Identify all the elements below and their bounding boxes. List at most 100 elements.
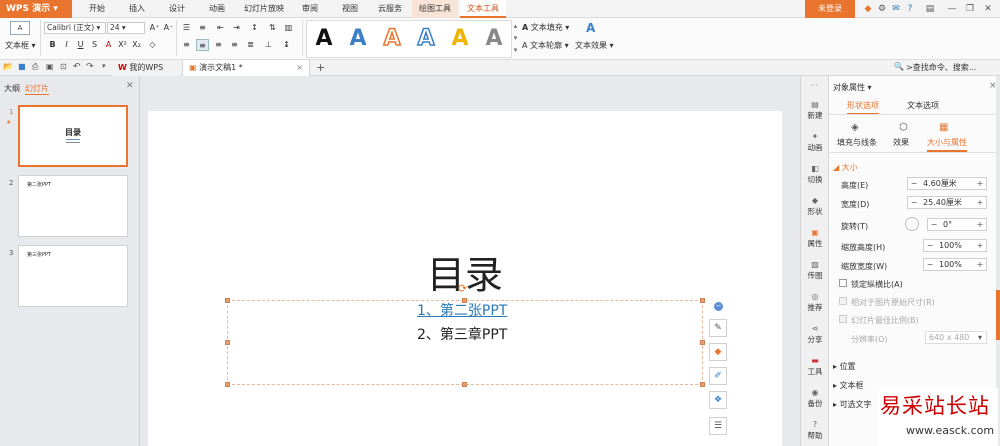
- sidebar-backup[interactable]: ◉ 备份: [801, 388, 829, 409]
- menu-insert[interactable]: 插入: [122, 0, 152, 18]
- tab-slides[interactable]: 幻灯片: [25, 83, 49, 95]
- list-item-2[interactable]: 2、第三章PPT: [417, 324, 507, 344]
- edit-shape-icon[interactable]: ✎: [709, 319, 727, 337]
- increment-icon[interactable]: +: [974, 219, 986, 230]
- best-ratio-checkbox[interactable]: [839, 315, 847, 323]
- resize-handle[interactable]: [225, 382, 230, 387]
- text-effect-button[interactable]: 文本效果 ▾: [575, 40, 614, 51]
- close-icon[interactable]: ×: [296, 60, 303, 76]
- decrement-icon[interactable]: −: [924, 240, 936, 251]
- sidebar-shape[interactable]: ◆ 形状: [801, 196, 829, 217]
- font-size-select[interactable]: 24 ▾: [107, 22, 145, 34]
- gallery-scroll[interactable]: ▴ ▾ ▾: [512, 20, 519, 58]
- text-style-gold[interactable]: A: [443, 22, 477, 56]
- vertical-align-icon[interactable]: ⊥: [262, 39, 275, 51]
- align-center-icon[interactable]: ≡: [196, 39, 209, 51]
- subtab-fill-line[interactable]: 填充与线条: [837, 137, 877, 148]
- slide-thumb-3[interactable]: 第三张PPT: [18, 245, 128, 307]
- tab-outline[interactable]: 大纲: [4, 83, 20, 94]
- login-button[interactable]: 未登录: [805, 0, 855, 18]
- close-window-icon[interactable]: ✕: [978, 0, 998, 18]
- fill-icon[interactable]: ◆: [709, 343, 727, 361]
- save-icon[interactable]: ■: [18, 62, 26, 71]
- resize-handle[interactable]: [700, 382, 705, 387]
- font-color-icon[interactable]: A: [102, 39, 115, 51]
- increment-icon[interactable]: +: [974, 178, 986, 189]
- resize-handle[interactable]: [225, 340, 230, 345]
- width-input[interactable]: −25.40厘米 +: [907, 196, 987, 209]
- increment-icon[interactable]: +: [974, 197, 986, 208]
- section-alt-text[interactable]: ▸ 可选文字: [833, 399, 872, 410]
- text-style-orange-outline[interactable]: A: [375, 22, 409, 56]
- sidebar-transition[interactable]: ◧ 切换: [801, 164, 829, 185]
- menu-review[interactable]: 审阅: [295, 0, 325, 18]
- resize-handle[interactable]: [700, 340, 705, 345]
- underline-button[interactable]: U: [74, 39, 87, 51]
- indent-increase-icon[interactable]: ⇥: [230, 22, 243, 34]
- menu-text-tools[interactable]: 文本工具: [460, 0, 506, 18]
- textbox-icon[interactable]: A: [10, 21, 30, 35]
- sidebar-new[interactable]: ▤ 新建: [801, 100, 829, 121]
- rotate-dial[interactable]: [905, 217, 919, 231]
- subscript-icon[interactable]: X₂: [130, 39, 143, 51]
- text-direction-icon[interactable]: ⇅: [266, 22, 279, 34]
- slide-thumb-2[interactable]: 第二张PPT: [18, 175, 128, 237]
- text-style-gray[interactable]: A: [477, 22, 511, 56]
- list-item-1[interactable]: 1、第二张PPT: [417, 300, 507, 320]
- outline-icon[interactable]: ✐: [709, 367, 727, 385]
- menu-view[interactable]: 视图: [335, 0, 365, 18]
- resize-handle[interactable]: [225, 298, 230, 303]
- italic-button[interactable]: I: [60, 39, 73, 51]
- rotate-input[interactable]: −0° +: [927, 218, 987, 231]
- sidebar-properties[interactable]: ▣ 属性: [801, 228, 829, 249]
- sidebar-tools[interactable]: ▬ 工具: [801, 356, 829, 377]
- rotate-handle-icon[interactable]: ⟳: [458, 282, 467, 295]
- sidebar-recommend[interactable]: ◎ 推荐: [801, 292, 829, 313]
- numbering-icon[interactable]: ≡: [196, 22, 209, 34]
- minimize-icon[interactable]: —: [942, 0, 962, 18]
- collapse-icon[interactable]: −: [714, 302, 723, 311]
- bold-button[interactable]: B: [46, 39, 59, 51]
- height-input[interactable]: −4.60厘米 +: [907, 177, 987, 190]
- align-left-icon[interactable]: ≡: [180, 39, 193, 51]
- text-outline-button[interactable]: A 文本轮廓 ▾: [522, 40, 569, 51]
- text-style-black[interactable]: A: [307, 22, 341, 56]
- preview-icon[interactable]: ▣: [46, 62, 54, 71]
- tab-presentation[interactable]: ▣ 演示文稿1 * ×: [182, 60, 310, 76]
- section-textbox[interactable]: ▸ 文本框: [833, 380, 864, 391]
- shadow-button[interactable]: S: [88, 39, 101, 51]
- increment-icon[interactable]: +: [974, 259, 986, 270]
- align-right-icon[interactable]: ≡: [212, 39, 225, 51]
- menu-design[interactable]: 设计: [162, 0, 192, 18]
- section-size-header[interactable]: ◢ 大小: [833, 162, 858, 173]
- text-style-blue[interactable]: A: [341, 22, 375, 56]
- command-search[interactable]: >查找命令、搜索...: [906, 62, 976, 73]
- scale-width-input[interactable]: −100% +: [923, 258, 987, 271]
- superscript-icon[interactable]: X²: [116, 39, 129, 51]
- justify-icon[interactable]: ≡: [228, 39, 241, 51]
- menu-drawing-tools[interactable]: 绘图工具: [412, 0, 458, 18]
- textbox-button[interactable]: 文本框 ▾: [5, 40, 36, 51]
- menu-animation[interactable]: 动画: [202, 0, 232, 18]
- line-spacing-2-icon[interactable]: ↨: [280, 39, 293, 51]
- help-icon[interactable]: ?: [900, 0, 920, 18]
- clear-format-icon[interactable]: ◇: [146, 39, 159, 51]
- subtab-size-properties[interactable]: 大小与属性: [927, 137, 967, 152]
- indent-decrease-icon[interactable]: ⇤: [214, 22, 227, 34]
- new-tab-icon[interactable]: +: [316, 61, 325, 74]
- tab-text-options[interactable]: 文本选项: [907, 100, 939, 111]
- slide-canvas[interactable]: 目录 ⟳ 1、第二张PPT 2、第三章PPT − ✎ ◆ ✐ ❖ ☰: [148, 111, 782, 446]
- wps-logo-menu[interactable]: WPS 演示 ▾: [0, 0, 72, 18]
- resolution-select[interactable]: 640 x 480 ▾: [925, 331, 987, 344]
- print-icon[interactable]: ⎙: [32, 62, 38, 72]
- more-icon[interactable]: ···: [810, 81, 818, 90]
- text-style-blue-outline[interactable]: A: [409, 22, 443, 56]
- bullets-icon[interactable]: ☰: [180, 22, 193, 34]
- quick-access-dropdown[interactable]: ▾: [102, 62, 106, 70]
- decrement-icon[interactable]: −: [928, 219, 940, 230]
- decrement-icon[interactable]: −: [908, 178, 920, 189]
- line-spacing-icon[interactable]: ↕: [248, 22, 261, 34]
- restore-icon[interactable]: ❐: [960, 0, 980, 18]
- resize-handle[interactable]: [700, 298, 705, 303]
- undo-icon[interactable]: ↶: [73, 62, 81, 72]
